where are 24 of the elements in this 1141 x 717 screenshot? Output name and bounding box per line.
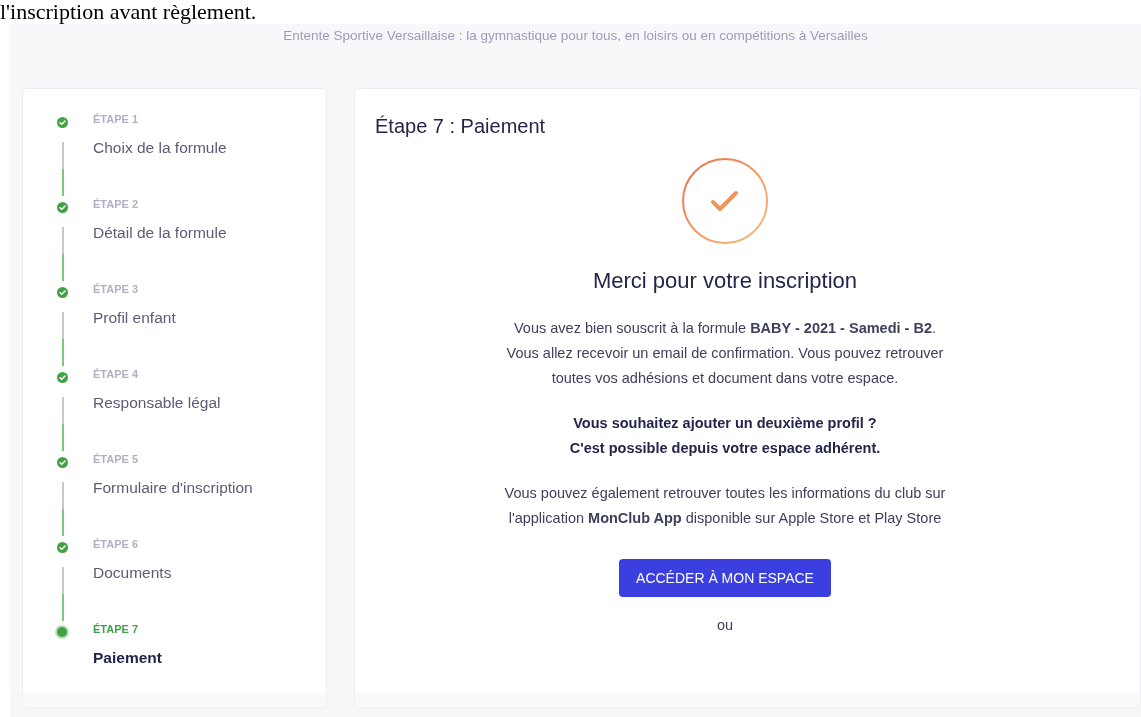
- message-text: Vous avez bien souscrit à la formule BABY - 2021 - Samedi - B2. Vous allez recevoir un email de confirmation. Vous pouvez retrouver toutes vos adhésions et document dans votre espace.: [506, 319, 944, 388]
- step-label: ÉTAPE 2: [93, 198, 140, 210]
- check-circle-icon: [680, 156, 770, 246]
- step-heading: Étape 7 : Paiement: [375, 115, 547, 138]
- step-title[interactable]: Détail de la formule: [93, 224, 227, 242]
- step-label: ÉTAPE 3: [93, 283, 140, 295]
- tagline: Entente Sportive Versaillaise : la gymnastique pour tous, en loisirs ou en compétitions à Versailles: [282, 27, 869, 45]
- step-label: ÉTAPE 1: [93, 113, 140, 125]
- page-text: l'inscription avant règlement.: [0, 0, 258, 24]
- thanks-heading: Merci pour votre inscription: [592, 268, 858, 294]
- step-label: ÉTAPE 5: [93, 453, 140, 465]
- message-text: Vous pouvez également retrouver toutes les informations du club sur l'application MonClub App disponible sur Apple Store et Play Store: [504, 484, 946, 528]
- access-space-button[interactable]: ACCÉDER À MON ESPACE: [619, 559, 831, 597]
- step-title[interactable]: Choix de la formule: [93, 139, 227, 157]
- step-title[interactable]: Profil enfant: [93, 309, 176, 327]
- step-label: ÉTAPE 6: [93, 538, 140, 550]
- or-text: ou: [716, 617, 734, 633]
- step-title[interactable]: Responsable légal: [93, 394, 221, 412]
- step-label: ÉTAPE 4: [93, 368, 140, 380]
- step-title[interactable]: Paiement: [93, 649, 162, 667]
- step-title[interactable]: Documents: [93, 564, 172, 582]
- step-title[interactable]: Formulaire d'inscription: [93, 479, 253, 497]
- message-text: Vous souhaitez ajouter un deuxième profil ? C'est possible depuis votre espace adhérent.: [569, 414, 881, 458]
- step-label: ÉTAPE 7: [93, 623, 140, 635]
